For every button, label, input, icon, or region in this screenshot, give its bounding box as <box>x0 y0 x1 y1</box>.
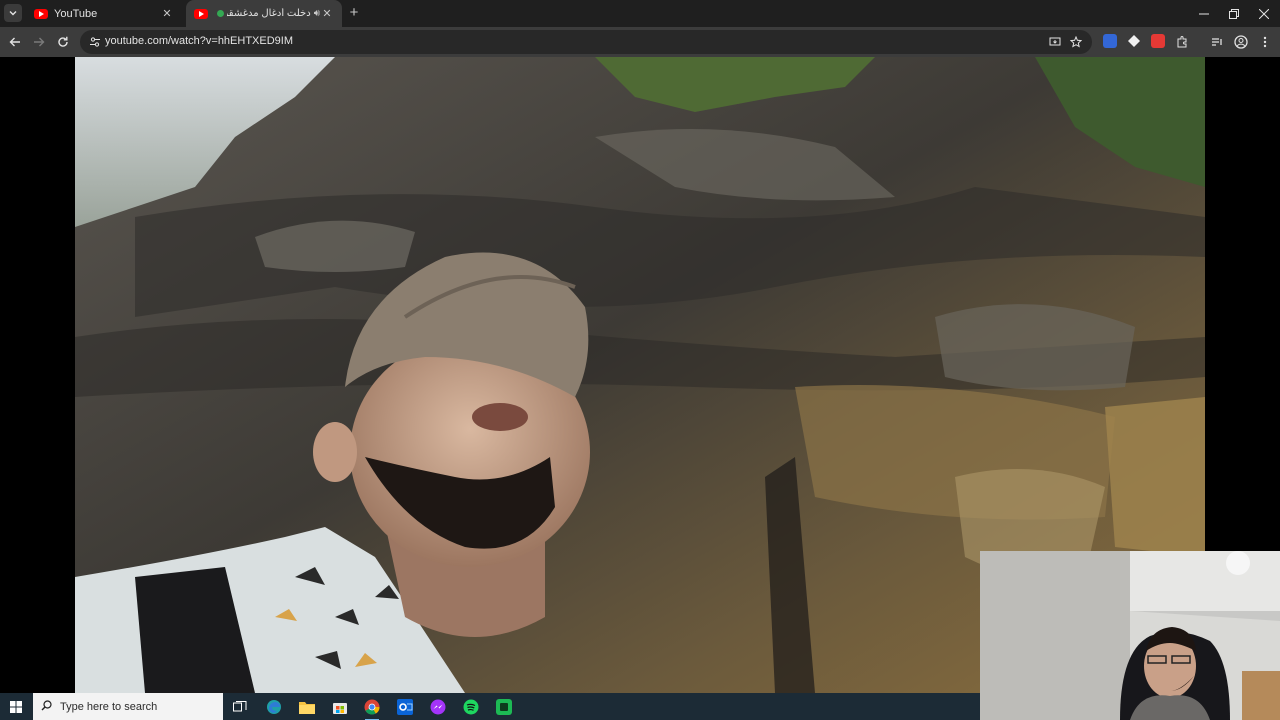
reload-icon <box>58 36 68 47</box>
tab-strip: YouTube ✕ دخلت أدغال مدغشقر | ... 🔊︎ ✕ + <box>0 0 1280 27</box>
install-app-icon[interactable] <box>1046 33 1064 51</box>
tab-title: دخلت أدغال مدغشقر | ... <box>227 8 311 19</box>
reload-button[interactable] <box>54 33 72 51</box>
green-app-icon[interactable] <box>494 697 514 717</box>
minimize-icon <box>1199 13 1209 14</box>
search-icon <box>41 699 52 714</box>
restore-button[interactable] <box>1218 0 1250 27</box>
close-icon <box>1259 8 1269 19</box>
browser-toolbar: youtube.com/watch?v=hhEHTXED9IM <box>0 27 1280 57</box>
close-window-button[interactable] <box>1248 0 1280 27</box>
close-icon[interactable]: ✕ <box>160 7 174 21</box>
minimize-button[interactable] <box>1188 0 1220 27</box>
arrow-left-icon <box>9 37 20 47</box>
arrow-right-icon <box>34 37 45 47</box>
url-text: youtube.com/watch?v=hhEHTXED9IM <box>105 35 294 47</box>
tab-youtube[interactable]: YouTube ✕ <box>26 0 182 27</box>
translate-extension-icon[interactable] <box>1103 34 1117 48</box>
youtube-icon <box>194 8 208 19</box>
chevron-down-icon <box>9 11 17 16</box>
webcam-frame <box>980 551 1280 720</box>
recording-indicator-icon <box>217 10 224 17</box>
tab-video[interactable]: دخلت أدغال مدغشقر | ... 🔊︎ ✕ <box>186 0 342 27</box>
extensions-puzzle-icon[interactable] <box>1173 33 1191 51</box>
task-view-icon[interactable] <box>230 697 250 717</box>
start-button[interactable] <box>0 693 32 720</box>
edge-icon[interactable] <box>264 697 284 717</box>
outlook-icon[interactable] <box>395 697 415 717</box>
address-bar[interactable]: youtube.com/watch?v=hhEHTXED9IM <box>80 30 1092 54</box>
chrome-icon[interactable] <box>362 697 382 720</box>
file-explorer-icon[interactable] <box>297 697 317 717</box>
star-icon[interactable] <box>1067 33 1085 51</box>
youtube-icon <box>34 8 48 19</box>
taskbar-search-box[interactable]: Type here to search <box>33 693 223 720</box>
forward-button[interactable] <box>30 33 48 51</box>
messenger-icon[interactable] <box>428 697 448 717</box>
windows-taskbar: Type here to search <box>0 693 980 720</box>
site-info-icon[interactable] <box>88 35 102 49</box>
new-tab-button[interactable]: + <box>346 5 362 21</box>
restore-icon <box>1229 8 1239 19</box>
spotify-icon[interactable] <box>461 697 481 717</box>
menu-kebab-icon[interactable] <box>1256 33 1274 51</box>
windows-logo-icon <box>10 700 22 713</box>
store-icon[interactable] <box>330 697 350 717</box>
webcam-overlay <box>980 551 1280 720</box>
extension-diamond-icon[interactable] <box>1127 34 1141 48</box>
media-control-icon[interactable] <box>1208 33 1226 51</box>
profile-avatar-icon[interactable] <box>1232 33 1250 51</box>
search-placeholder: Type here to search <box>60 700 158 713</box>
tab-search-button[interactable] <box>4 4 22 22</box>
back-button[interactable] <box>6 33 24 51</box>
tab-title: YouTube <box>54 7 98 20</box>
close-icon[interactable]: ✕ <box>320 7 334 21</box>
extension-red-icon[interactable] <box>1151 34 1165 48</box>
